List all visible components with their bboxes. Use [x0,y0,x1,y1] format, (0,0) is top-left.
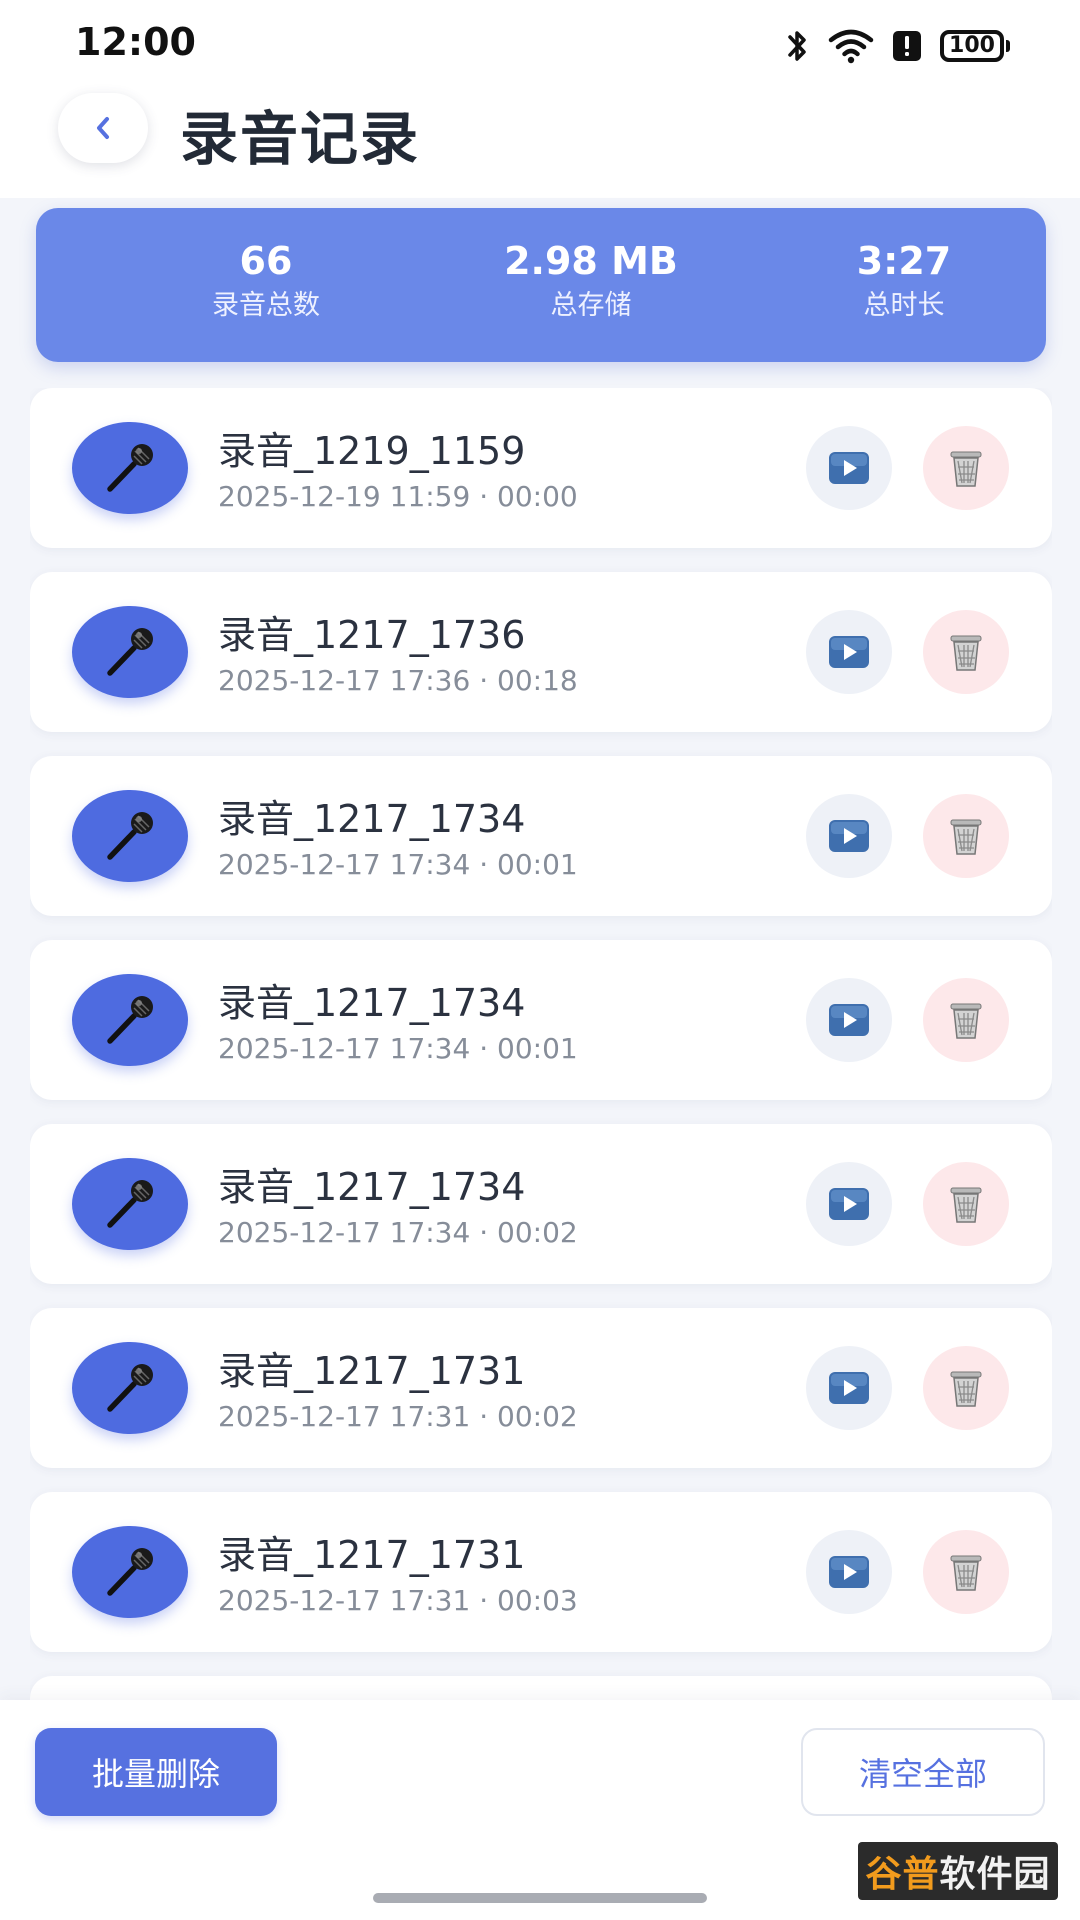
stat-total-storage-value: 2.98 MB [504,239,678,283]
status-icons: 100 [786,26,1010,66]
trash-icon [950,1371,982,1407]
chevron-left-icon [97,117,109,139]
recording-item[interactable]: 录音_1217_1736 2025-12-17 17:36 · 00:18 [30,572,1052,732]
trash-icon [950,635,982,671]
recording-meta: 2025-12-17 17:34 · 00:02 [218,1216,578,1249]
battery-tip [1006,40,1010,52]
page-title: 录音记录 [180,105,421,173]
recording-item[interactable]: 录音_1217_1734 2025-12-17 17:34 · 00:01 [30,940,1052,1100]
play-icon [829,1372,869,1404]
recording-item[interactable]: 录音_1217_1731 2025-12-17 17:31 · 00:03 [30,1492,1052,1652]
recording-meta: 2025-12-17 17:31 · 00:02 [218,1400,578,1433]
recording-name: 录音_1217_1734 [218,981,526,1025]
microphone-icon [107,1548,153,1596]
delete-button[interactable] [923,794,1009,878]
play-button[interactable] [806,978,892,1062]
recording-item[interactable]: 录音_1217_1731 2025-12-17 17:31 · 00:02 [30,1308,1052,1468]
recording-item[interactable]: 录音_1217_1734 2025-12-17 17:34 · 00:02 [30,1124,1052,1284]
microphone-avatar [72,790,188,882]
recordings-screen: 12:00 100 录音记录 66 录音总数 2.98 MB 总存储 3:27 … [0,0,1080,1920]
microphone-avatar [72,606,188,698]
stat-total-count-label: 录音总数 [212,290,320,321]
recording-meta: 2025-12-17 17:34 · 00:01 [218,1032,578,1065]
play-icon [829,1556,869,1588]
microphone-avatar [72,1526,188,1618]
recording-name: 录音_1217_1734 [218,797,526,841]
delete-button[interactable] [923,1530,1009,1614]
stat-total-duration-value: 3:27 [856,239,952,283]
header: 录音记录 [0,90,1080,198]
home-indicator[interactable] [373,1893,707,1903]
recording-meta: 2025-12-17 17:36 · 00:18 [218,664,578,697]
alert-icon [893,31,921,61]
watermark-logo: 谷普 软件园 [858,1842,1058,1900]
microphone-avatar [72,1158,188,1250]
recording-name: 录音_1219_1159 [218,429,526,473]
play-icon [829,1188,869,1220]
play-button[interactable] [806,1346,892,1430]
play-button[interactable] [806,794,892,878]
recording-list[interactable]: 录音_1219_1159 2025-12-19 11:59 · 00:00 录音… [30,388,1052,1700]
recording-meta: 2025-12-17 17:31 · 00:03 [218,1584,578,1617]
stat-total-storage: 2.98 MB 总存储 [431,238,751,328]
recording-meta: 2025-12-17 17:34 · 00:01 [218,848,578,881]
play-button[interactable] [806,1530,892,1614]
status-bar: 12:00 100 [0,0,1080,90]
stat-total-duration: 3:27 总时长 [744,238,1064,328]
recording-name: 录音_1217_1734 [218,1165,526,1209]
recording-meta: 2025-12-19 11:59 · 00:00 [218,480,578,513]
microphone-icon [107,628,153,676]
battery-level: 100 [940,30,1004,62]
trash-icon [950,819,982,855]
microphone-icon [107,1180,153,1228]
watermark-part-2: 软件园 [939,1854,1051,1895]
microphone-icon [107,996,153,1044]
play-button[interactable] [806,610,892,694]
bluetooth-icon [788,31,806,61]
stat-total-storage-label: 总存储 [550,290,632,321]
microphone-avatar [72,974,188,1066]
stat-total-count: 66 录音总数 [106,238,426,328]
delete-button[interactable] [923,426,1009,510]
play-icon [829,636,869,668]
play-icon [829,452,869,484]
bottom-action-bar: 批量删除 清空全部 谷普 软件园 [0,1700,1080,1920]
summary-card: 66 录音总数 2.98 MB 总存储 3:27 总时长 [36,208,1046,362]
watermark-part-1: 谷普 [865,1854,940,1895]
recording-item[interactable]: 录音_1217_1734 2025-12-17 17:34 · 00:01 [30,756,1052,916]
trash-icon [950,1555,982,1591]
microphone-avatar [72,1342,188,1434]
delete-button[interactable] [923,610,1009,694]
trash-icon [950,1003,982,1039]
batch-delete-button[interactable]: 批量删除 [35,1728,277,1816]
battery-icon: 100 [940,30,1010,62]
delete-button[interactable] [923,978,1009,1062]
play-icon [829,1004,869,1036]
stat-total-count-value: 66 [239,239,293,283]
recording-item[interactable]: 录音_1219_1159 2025-12-19 11:59 · 00:00 [30,388,1052,548]
delete-button[interactable] [923,1346,1009,1430]
trash-icon [950,451,982,487]
stat-total-duration-label: 总时长 [863,290,945,321]
wifi-icon [828,29,874,64]
delete-button[interactable] [923,1162,1009,1246]
microphone-avatar [72,422,188,514]
back-button[interactable] [58,93,148,163]
status-time: 12:00 [75,20,196,64]
recording-name: 录音_1217_1736 [218,613,526,657]
recording-name: 录音_1217_1731 [218,1533,526,1577]
microphone-icon [107,1364,153,1412]
play-button[interactable] [806,426,892,510]
play-icon [829,820,869,852]
microphone-icon [107,444,153,492]
recording-name: 录音_1217_1731 [218,1349,526,1393]
microphone-icon [107,812,153,860]
recording-item[interactable] [30,1676,1052,1700]
trash-icon [950,1187,982,1223]
play-button[interactable] [806,1162,892,1246]
clear-all-button[interactable]: 清空全部 [801,1728,1045,1816]
